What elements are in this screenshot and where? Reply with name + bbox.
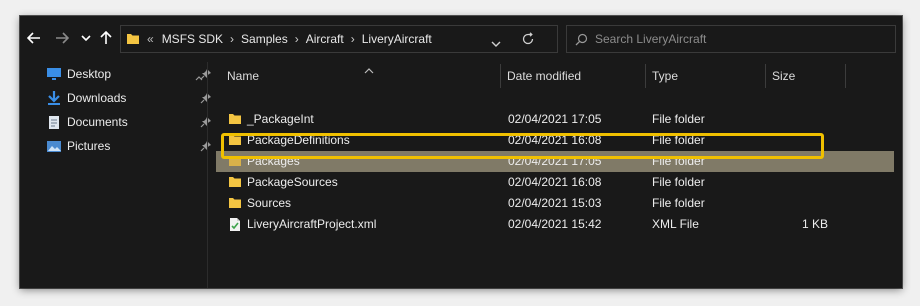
column-header-name[interactable]: Name	[227, 62, 259, 90]
folder-icon	[228, 175, 242, 189]
file-type: File folder	[652, 196, 705, 210]
sidebar-item-label: Documents	[67, 115, 128, 129]
search-icon	[575, 33, 588, 51]
download-icon	[46, 90, 62, 106]
navigation-pane: Desktop Downloads Documents Pictures	[20, 62, 211, 288]
address-dropdown-chevron-icon[interactable]	[491, 35, 501, 53]
address-bar[interactable]: « MSFS SDK › Samples › Aircraft › Livery…	[120, 25, 558, 53]
table-row[interactable]: PackageSources 02/04/2021 16:08 File fol…	[216, 172, 894, 193]
sidebar-item-label: Pictures	[67, 139, 111, 153]
file-name: Sources	[247, 196, 292, 210]
breadcrumb-overflow[interactable]: «	[147, 32, 154, 46]
file-date: 02/04/2021 15:42	[508, 217, 602, 231]
file-name: LiveryAircraftProject.xml	[247, 217, 377, 231]
list-left-gutter	[208, 62, 228, 288]
file-type: File folder	[652, 112, 705, 126]
table-row[interactable]: Sources 02/04/2021 15:03 File folder	[216, 193, 894, 214]
file-name: PackageSources	[247, 175, 338, 189]
sidebar-item-label: Desktop	[67, 67, 112, 81]
back-arrow-icon[interactable]	[24, 28, 44, 48]
xml-file-icon	[228, 217, 242, 231]
desktop-icon	[46, 66, 62, 82]
file-type: File folder	[652, 175, 705, 189]
folder-icon	[126, 32, 140, 46]
forward-arrow-icon[interactable]	[52, 28, 72, 48]
file-date: 02/04/2021 16:08	[508, 175, 602, 189]
pictures-icon	[46, 138, 62, 154]
column-header-date-modified[interactable]: Date modified	[507, 62, 581, 90]
recent-locations-chevron-icon[interactable]	[76, 28, 96, 48]
table-row[interactable]: LiveryAircraftProject.xml 02/04/2021 15:…	[216, 214, 894, 235]
navigation-bar: « MSFS SDK › Samples › Aircraft › Livery…	[20, 16, 902, 62]
selection-highlight-outline	[221, 133, 824, 159]
file-size: 1 KB	[801, 217, 828, 231]
table-row[interactable]: _PackageInt 02/04/2021 17:05 File folder	[216, 109, 894, 130]
file-name: _PackageInt	[247, 112, 314, 126]
sidebar-item-label: Downloads	[67, 91, 127, 105]
breadcrumb-separator-icon[interactable]: ›	[230, 32, 234, 46]
sidebar-item-desktop[interactable]: Desktop	[46, 63, 211, 85]
breadcrumb-msfs-sdk[interactable]: MSFS SDK	[162, 32, 223, 46]
breadcrumb-samples[interactable]: Samples	[241, 32, 288, 46]
file-date: 02/04/2021 15:03	[508, 196, 602, 210]
file-date: 02/04/2021 17:05	[508, 112, 602, 126]
column-header-size[interactable]: Size	[772, 62, 795, 90]
file-type: XML File	[652, 217, 699, 231]
column-separator[interactable]	[500, 64, 501, 88]
sidebar-item-pictures[interactable]: Pictures	[46, 135, 211, 157]
search-input[interactable]: Search LiveryAircraft	[566, 25, 896, 53]
breadcrumb-separator-icon[interactable]: ›	[351, 32, 355, 46]
folder-icon	[228, 196, 242, 210]
up-arrow-icon[interactable]	[96, 28, 116, 48]
sidebar-scrollbar[interactable]	[192, 62, 206, 288]
breadcrumb-aircraft[interactable]: Aircraft	[306, 32, 344, 46]
sidebar-item-documents[interactable]: Documents	[46, 111, 211, 133]
column-separator[interactable]	[845, 64, 846, 88]
refresh-icon[interactable]	[521, 32, 535, 51]
file-list: Name Date modified Type Size _PackageInt…	[208, 62, 902, 288]
column-header-type[interactable]: Type	[652, 62, 678, 90]
sort-ascending-icon	[364, 61, 374, 79]
column-separator[interactable]	[765, 64, 766, 88]
breadcrumb-separator-icon[interactable]: ›	[295, 32, 299, 46]
scroll-up-chevron-icon[interactable]	[195, 68, 203, 86]
column-separator[interactable]	[645, 64, 646, 88]
sidebar-item-downloads[interactable]: Downloads	[46, 87, 211, 109]
search-placeholder: Search LiveryAircraft	[595, 32, 707, 46]
breadcrumb-livery-aircraft[interactable]: LiveryAircraft	[362, 32, 432, 46]
folder-icon	[228, 112, 242, 126]
document-icon	[46, 114, 62, 130]
breadcrumb: « MSFS SDK › Samples › Aircraft › Livery…	[147, 26, 432, 52]
